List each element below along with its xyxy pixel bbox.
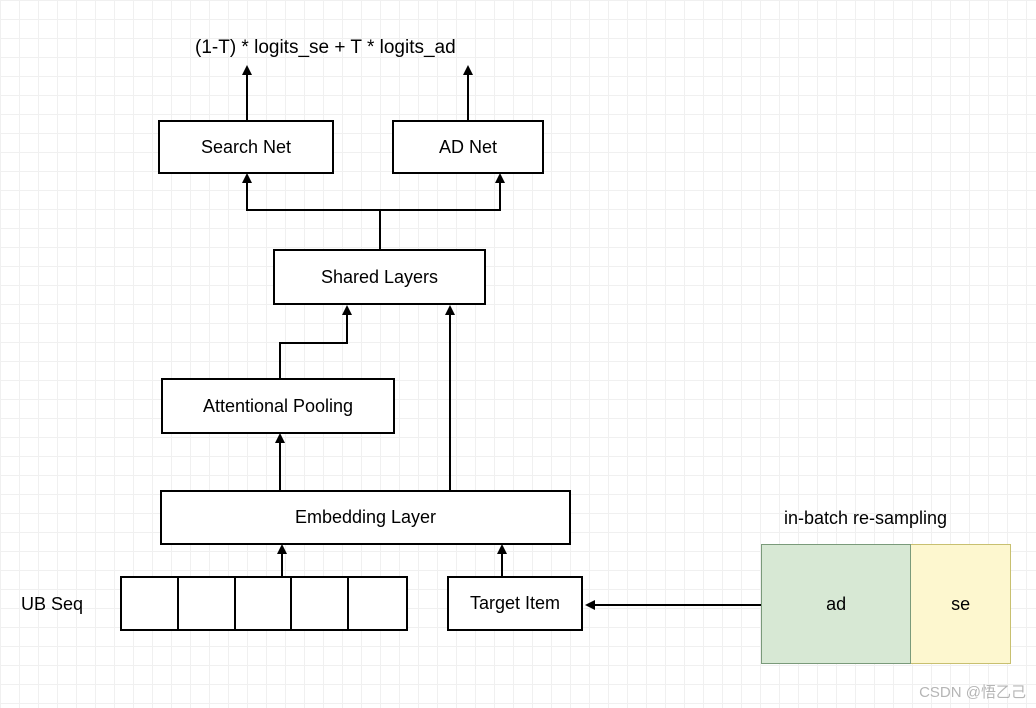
search-net-node: Search Net: [158, 120, 334, 174]
watermark: CSDN @悟乙己: [919, 681, 1026, 702]
embedding-layer-node: Embedding Layer: [160, 490, 571, 545]
resampling-cell-ad: ad: [761, 544, 911, 664]
shared-layers-label: Shared Layers: [321, 267, 438, 288]
embedding-layer-label: Embedding Layer: [295, 507, 436, 528]
target-item-node: Target Item: [447, 576, 583, 631]
resampling-box: ad se: [761, 544, 1011, 664]
target-item-label: Target Item: [470, 593, 560, 614]
ub-seq-label: UB Seq: [21, 594, 83, 615]
shared-layers-node: Shared Layers: [273, 249, 486, 305]
resampling-cell-ad-label: ad: [826, 594, 846, 615]
attentional-pooling-label: Attentional Pooling: [203, 396, 353, 417]
resampling-cell-se-label: se: [951, 594, 970, 615]
attentional-pooling-node: Attentional Pooling: [161, 378, 395, 434]
search-net-label: Search Net: [201, 137, 291, 158]
ad-net-node: AD Net: [392, 120, 544, 174]
ub-seq-cells: [120, 576, 408, 631]
resampling-label: in-batch re-sampling: [784, 508, 947, 529]
formula-label: (1-T) * logits_se + T * logits_ad: [195, 37, 456, 59]
resampling-cell-se: se: [911, 544, 1011, 664]
ad-net-label: AD Net: [439, 137, 497, 158]
